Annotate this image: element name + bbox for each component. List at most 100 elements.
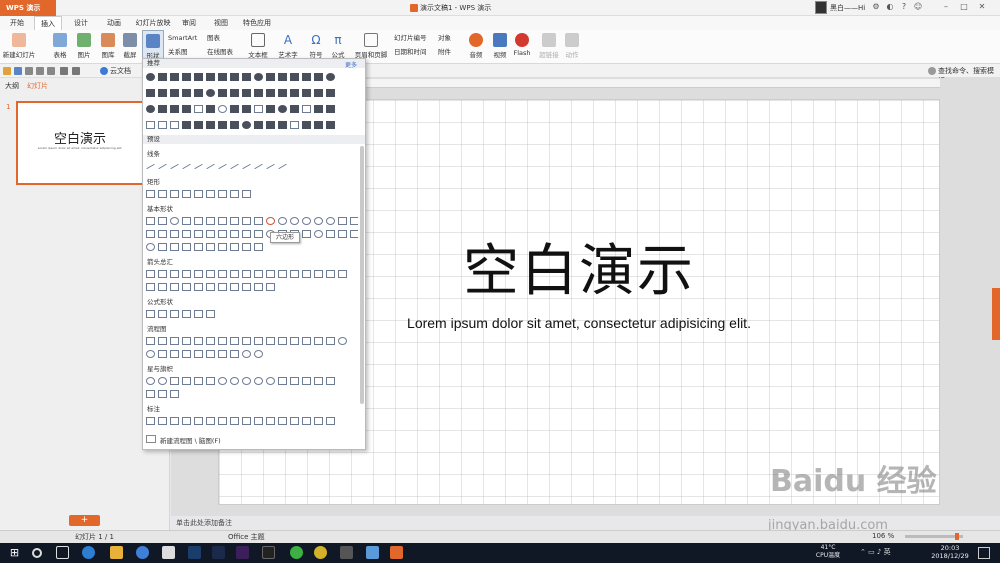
basic-shapes-row-3[interactable] xyxy=(146,243,358,253)
textbox-icon xyxy=(251,33,265,47)
recommend-row-1[interactable] xyxy=(146,73,358,83)
new-flowchart-link[interactable]: 新建流程图 \ 脑图(F) xyxy=(160,435,221,445)
tab-view[interactable]: 视图 xyxy=(209,16,233,30)
audio-button[interactable]: 音频 xyxy=(466,30,486,62)
visual-studio-icon[interactable] xyxy=(366,546,379,559)
relation-chart-button[interactable]: 关系图 xyxy=(168,47,188,57)
video-button[interactable]: 视频 xyxy=(490,30,510,62)
tab-review[interactable]: 审阅 xyxy=(177,16,201,30)
open-icon[interactable] xyxy=(3,67,11,75)
cloud-docs-link[interactable]: 云文档 xyxy=(110,66,131,76)
section-equation: 公式形状 xyxy=(147,298,173,306)
gallery-button[interactable]: 图库 xyxy=(98,30,118,62)
smartart-button[interactable]: SmartArt xyxy=(168,33,197,43)
maximize-icon[interactable]: □ xyxy=(958,1,970,13)
settings-icon[interactable]: ⚙ xyxy=(870,1,882,13)
photos-icon[interactable] xyxy=(162,546,175,559)
user-name[interactable]: 黑白——Hi xyxy=(830,0,865,16)
more-shapes-link[interactable]: 更多 xyxy=(345,60,357,69)
object-button[interactable]: 对象 xyxy=(438,33,451,43)
attachment-button[interactable]: 附件 xyxy=(438,47,451,57)
camera-icon[interactable] xyxy=(340,546,353,559)
wps-taskbar-icon[interactable] xyxy=(390,546,403,559)
add-slide-button[interactable]: + xyxy=(69,515,100,526)
photoshop-icon[interactable] xyxy=(188,546,201,559)
tab-animation[interactable]: 动画 xyxy=(100,16,128,30)
windows-start-icon[interactable]: ⊞ xyxy=(8,546,21,559)
window-title: 演示文稿1 - WPS 演示 xyxy=(420,4,492,12)
undo-icon[interactable] xyxy=(60,67,68,75)
avatar[interactable] xyxy=(815,1,827,14)
app-menu-button[interactable]: WPS 演示 xyxy=(0,0,56,16)
edge-icon[interactable] xyxy=(82,546,95,559)
section-flowchart: 流程图 xyxy=(147,325,167,333)
zoom-handle[interactable] xyxy=(955,533,959,540)
print-icon[interactable] xyxy=(25,67,33,75)
new-slide-button[interactable]: 新建幻灯片 xyxy=(2,30,36,62)
rectangles-row[interactable] xyxy=(146,190,358,200)
document-icon xyxy=(410,4,418,12)
feedback-icon[interactable]: ☺ xyxy=(912,1,924,13)
flash-button[interactable]: Flash xyxy=(512,30,532,62)
tray-icons[interactable]: ⌃ ▭ ♪ 英 xyxy=(860,547,920,557)
preview-icon[interactable] xyxy=(36,67,44,75)
lines-row[interactable] xyxy=(146,162,358,172)
minimize-icon[interactable]: – xyxy=(940,1,952,13)
search-icon[interactable] xyxy=(928,67,936,75)
tab-outline[interactable]: 大纲 xyxy=(5,81,19,91)
basic-shapes-row-2[interactable] xyxy=(146,230,358,240)
lightroom-icon[interactable] xyxy=(212,546,225,559)
arrows-row-2[interactable] xyxy=(146,283,358,293)
tab-home[interactable]: 开始 xyxy=(4,16,30,30)
zoom-level[interactable]: 106 % xyxy=(872,532,894,540)
tab-design[interactable]: 设计 xyxy=(68,16,94,30)
screenshot-button[interactable]: 截屏 xyxy=(120,30,140,62)
cpu-temperature: 41°C CPU温度 xyxy=(815,544,841,559)
action-button[interactable]: 动作 xyxy=(562,30,582,62)
slide-position: 幻灯片 1 / 1 xyxy=(75,533,114,541)
save-icon[interactable] xyxy=(14,67,22,75)
folder-icon[interactable] xyxy=(110,546,123,559)
after-effects-icon[interactable] xyxy=(236,546,249,559)
chart-button[interactable]: 图表 xyxy=(207,33,220,43)
redo-icon[interactable] xyxy=(72,67,80,75)
tab-insert[interactable]: 插入 xyxy=(34,16,62,30)
callouts-row[interactable] xyxy=(146,417,358,427)
hexagon-shape xyxy=(266,217,275,225)
omega-icon: Ω xyxy=(311,33,321,47)
arrows-row-1[interactable] xyxy=(146,270,358,280)
recommend-row-4[interactable] xyxy=(146,121,358,131)
picture-button[interactable]: 图片 xyxy=(74,30,94,62)
game-icon[interactable] xyxy=(314,546,327,559)
help-icon[interactable]: ? xyxy=(898,1,910,13)
wechat-icon[interactable] xyxy=(290,546,303,559)
tab-special[interactable]: 特色应用 xyxy=(240,16,274,30)
hyperlink-button[interactable]: 超链接 xyxy=(538,30,560,62)
side-scroll-tab[interactable] xyxy=(992,288,1000,340)
slide-number-button[interactable]: 幻灯片编号 xyxy=(394,33,427,43)
task-view-icon[interactable] xyxy=(56,546,69,559)
close-icon[interactable]: ✕ xyxy=(976,1,988,13)
tab-slides[interactable]: 幻灯片 xyxy=(27,81,48,91)
flowchart-icon xyxy=(146,435,156,443)
basic-shapes-row-1[interactable] xyxy=(146,217,358,227)
flowchart-row-1[interactable] xyxy=(146,337,358,347)
stars-row-2[interactable] xyxy=(146,390,358,400)
equation-row[interactable] xyxy=(146,310,358,320)
stars-row-1[interactable] xyxy=(146,377,358,387)
datetime-button[interactable]: 日期和时间 xyxy=(394,47,427,57)
app-icon[interactable] xyxy=(262,546,275,559)
format-painter-icon[interactable] xyxy=(47,67,55,75)
taskbar xyxy=(0,543,1000,563)
table-button[interactable]: 表格 xyxy=(50,30,70,62)
recommend-row-3[interactable] xyxy=(146,105,358,115)
online-chart-button[interactable]: 在线图表 xyxy=(207,47,233,57)
skin-icon[interactable]: ◐ xyxy=(884,1,896,13)
search-circle-icon[interactable] xyxy=(32,548,42,558)
app-k-icon[interactable] xyxy=(136,546,149,559)
clock[interactable]: 20:03 2018/12/29 xyxy=(930,544,970,560)
recommend-row-2[interactable] xyxy=(146,89,358,99)
notification-icon[interactable] xyxy=(978,547,990,559)
flowchart-row-2[interactable] xyxy=(146,350,358,360)
tab-slideshow[interactable]: 幻灯片放映 xyxy=(133,16,173,30)
